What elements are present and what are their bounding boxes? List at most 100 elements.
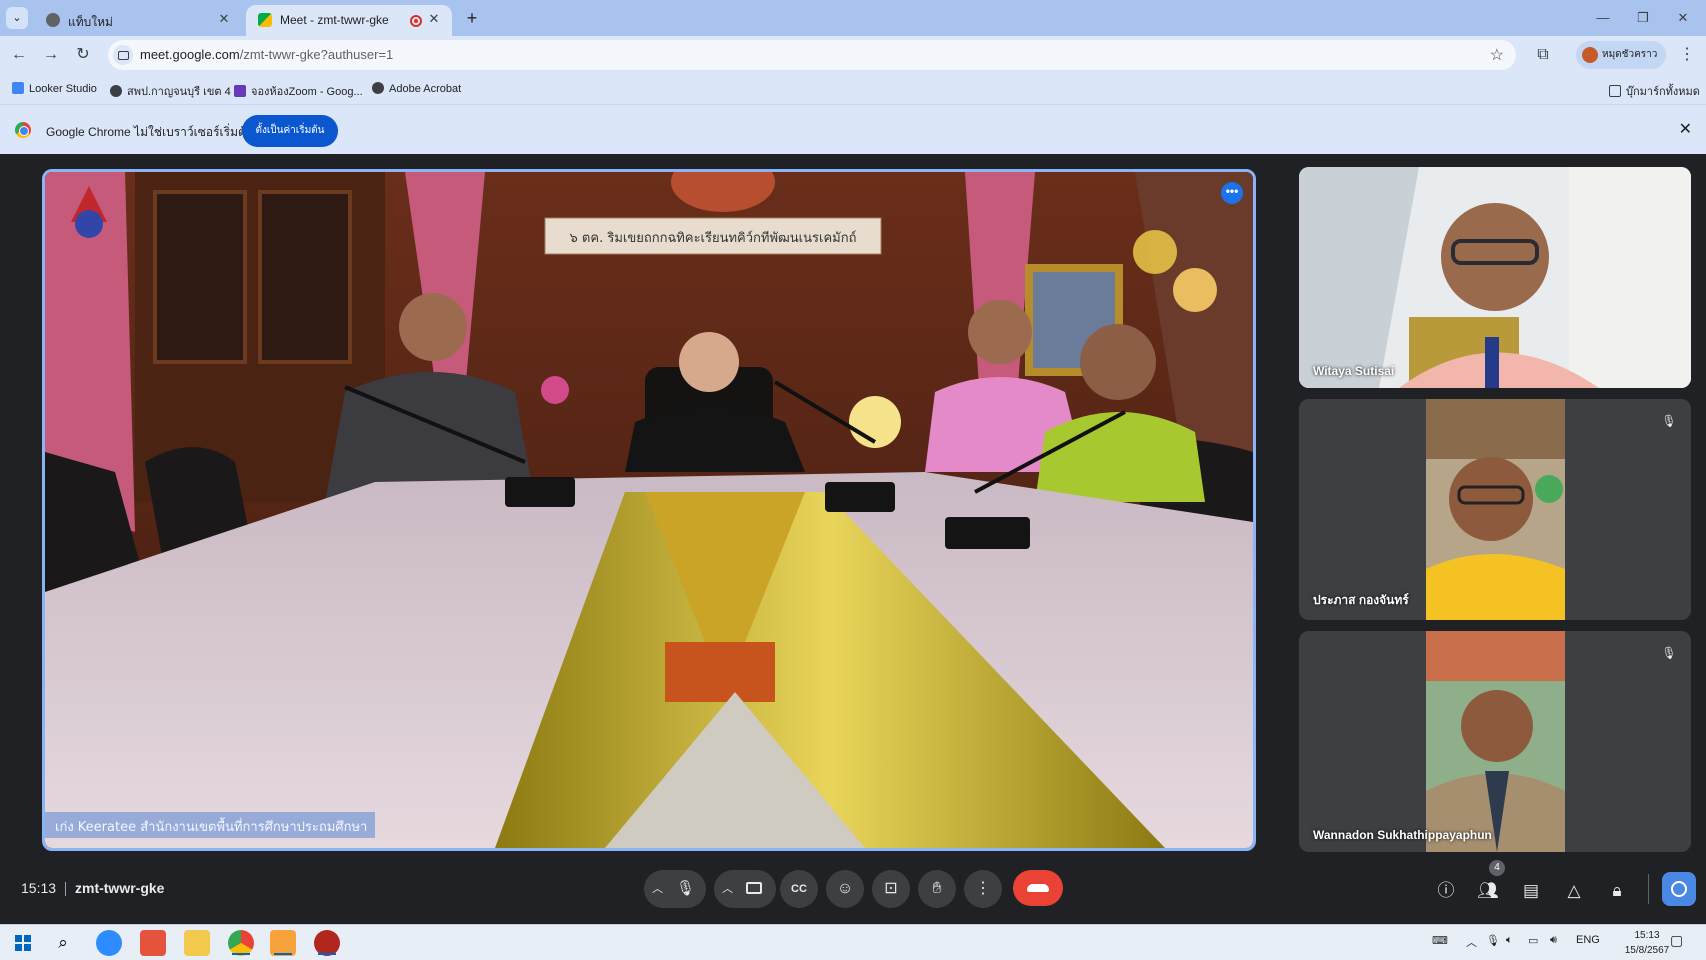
- forms-icon: [234, 85, 246, 97]
- timer-icon[interactable]: [1662, 872, 1696, 906]
- avatar: [1582, 47, 1598, 63]
- speaker-warning-icon[interactable]: 🔈︎: [1506, 934, 1513, 947]
- chevron-up-icon[interactable]: ︿: [652, 870, 663, 908]
- bookmark-spp[interactable]: สพป.กาญจนบุรี เขต 4: [110, 82, 231, 100]
- participant-tile-wannadon[interactable]: 🎙︎ Wannadon Sukhathippayaphun: [1299, 631, 1691, 852]
- close-tab-icon[interactable]: ✕: [216, 11, 232, 27]
- microphone-icon[interactable]: 🎙︎: [676, 870, 695, 908]
- site-info-icon[interactable]: [113, 45, 133, 65]
- host-controls-icon[interactable]: 🔒︎: [1606, 880, 1628, 902]
- zoom-icon[interactable]: [96, 930, 122, 956]
- back-icon[interactable]: ←: [8, 44, 30, 66]
- bookmark-zoom-booking[interactable]: จองห้องZoom - Goog...: [234, 82, 363, 100]
- app-red-icon[interactable]: [314, 930, 340, 956]
- main-video-tile[interactable]: ๖ ตค. ริมเขยถกกฉทิคะเรียนทคิว์กทีพัฒนเนร…: [42, 169, 1256, 851]
- separator: [1648, 874, 1649, 904]
- globe-icon: [110, 85, 122, 97]
- recording-indicator-icon: [410, 15, 422, 27]
- taskbar-clock[interactable]: 15:13 15/8/2567: [1618, 928, 1676, 958]
- tab-title: แท็บใหม่: [68, 15, 113, 29]
- video-banner-text: เก่ง Keeratee สำนักงานเขตพื้นที่การศึกษา…: [55, 817, 367, 835]
- participant-tile-prapas[interactable]: 🎙︎ ประภาส กองจันทร์: [1299, 399, 1691, 620]
- more-options-icon[interactable]: •••: [1221, 182, 1243, 204]
- chevron-up-icon[interactable]: ︿: [722, 870, 733, 908]
- chevron-up-icon[interactable]: ︿: [1466, 934, 1477, 950]
- folder-icon: [1609, 85, 1621, 97]
- default-browser-infobar: Google Chrome ไม่ใช่เบราว์เซอร์เริ่มต้น …: [0, 104, 1706, 154]
- camera-control[interactable]: ︿: [714, 870, 776, 908]
- participant-video: [1299, 399, 1691, 620]
- volume-icon[interactable]: 🔊︎: [1550, 934, 1557, 947]
- chrome-icon[interactable]: [228, 930, 254, 956]
- notification-icon[interactable]: ▢: [1670, 932, 1683, 949]
- chrome-menu-icon[interactable]: ⋮: [1676, 44, 1698, 66]
- keyboard-icon[interactable]: ⌨: [1432, 934, 1448, 947]
- profile-button[interactable]: หมุดชัวคราว: [1576, 41, 1666, 69]
- meeting-details-icon[interactable]: ⓘ: [1435, 880, 1457, 902]
- participant-video: [1299, 631, 1691, 852]
- meet-icon: [258, 13, 272, 27]
- url-text: meet.google.com/zmt-twwr-gke?authuser=1: [140, 47, 394, 62]
- leave-call-button[interactable]: [1013, 870, 1063, 906]
- tab-search-button[interactable]: ⌄: [6, 7, 28, 29]
- new-tab-button[interactable]: +: [462, 8, 482, 28]
- muted-mic-icon: 🎙︎: [1661, 646, 1677, 660]
- minimize-icon[interactable]: —: [1590, 8, 1616, 28]
- network-icon[interactable]: ▭: [1528, 934, 1538, 947]
- meet-stage: ๖ ตค. ริมเขยถกกฉทิคะเรียนทคิว์กทีพัฒนเนร…: [0, 154, 1706, 924]
- globe-icon: [372, 82, 384, 94]
- bookmark-adobe-acrobat[interactable]: Adobe Acrobat: [372, 82, 461, 95]
- participant-video: [1299, 167, 1691, 388]
- room-sign-text: ๖ ตค. ริมเขยถกกฉทิคะเรียนทคิว์กทีพัฒนเนร…: [570, 230, 857, 246]
- tab-new-tab[interactable]: แท็บใหม่ ✕: [34, 5, 242, 36]
- muted-mic-icon: 🎙︎: [1661, 414, 1677, 428]
- emoji-reaction-button[interactable]: ☺: [826, 870, 864, 908]
- tab-meet[interactable]: Meet - zmt-twwr-gke ✕: [246, 5, 452, 36]
- restore-icon[interactable]: ❐: [1630, 8, 1656, 28]
- people-icon[interactable]: 👥︎: [1477, 880, 1499, 902]
- present-screen-button[interactable]: ⊡: [872, 870, 910, 908]
- close-tab-icon[interactable]: ✕: [426, 11, 442, 27]
- bookmark-star-icon[interactable]: ☆: [1490, 45, 1504, 65]
- extensions-icon[interactable]: ⧉: [1532, 44, 1554, 66]
- reload-icon[interactable]: ↻: [72, 44, 94, 66]
- captions-button[interactable]: CC: [780, 870, 818, 908]
- close-infobar-icon[interactable]: ✕: [1679, 119, 1692, 139]
- bookmark-looker-studio[interactable]: Looker Studio: [12, 82, 97, 95]
- windows-start-icon[interactable]: [10, 930, 36, 956]
- clock-date: 15/8/2567: [1624, 945, 1670, 956]
- tab-strip: ⌄ แท็บใหม่ ✕ Meet - zmt-twwr-gke ✕ + — ❐…: [0, 0, 1706, 36]
- people-count-badge: 4: [1489, 860, 1505, 876]
- set-default-button[interactable]: ตั้งเป็นค่าเริ่มต้น: [242, 115, 338, 147]
- microphone-icon[interactable]: 🎙︎: [1486, 934, 1500, 947]
- all-bookmarks[interactable]: บุ๊กมาร์กทั้งหมด: [1609, 82, 1700, 100]
- chrome-logo-icon: [15, 122, 31, 138]
- app-orange-icon[interactable]: [270, 930, 296, 956]
- participant-name: Witaya Sutisai: [1313, 364, 1395, 378]
- chrome-globe-icon: [46, 13, 60, 27]
- participant-name: ประภาส กองจันทร์: [1313, 593, 1409, 607]
- activities-icon[interactable]: △: [1563, 880, 1585, 902]
- camera-icon[interactable]: [746, 882, 762, 894]
- clock-time: 15:13: [1634, 930, 1660, 941]
- microphone-control[interactable]: ︿ 🎙︎: [644, 870, 706, 908]
- more-options-button[interactable]: ⋮: [964, 870, 1002, 908]
- forward-icon[interactable]: →: [40, 44, 62, 66]
- meeting-clock: 15:13: [21, 880, 57, 896]
- tab-title: Meet - zmt-twwr-gke: [280, 13, 389, 27]
- bookmarks-bar: Looker Studio สพป.กาญจนบุรี เขต 4 จองห้อ…: [0, 74, 1706, 104]
- language-indicator[interactable]: ENG: [1576, 934, 1600, 946]
- close-window-icon[interactable]: ✕: [1670, 8, 1696, 28]
- address-bar[interactable]: meet.google.com/zmt-twwr-gke?authuser=1 …: [108, 40, 1516, 70]
- browser-toolbar: ← → ↻ meet.google.com/zmt-twwr-gke?authu…: [0, 36, 1706, 74]
- file-explorer-icon[interactable]: [184, 930, 210, 956]
- raise-hand-button[interactable]: ✋︎: [918, 870, 956, 908]
- profile-name: หมุดชัวคราว: [1602, 49, 1658, 60]
- meeting-code: zmt-twwr-gke: [75, 880, 165, 896]
- chat-icon[interactable]: ▤: [1520, 880, 1542, 902]
- looker-icon: [12, 82, 24, 94]
- app-s-icon[interactable]: [140, 930, 166, 956]
- participant-tile-witaya[interactable]: Witaya Sutisai: [1299, 167, 1691, 388]
- separator: [65, 882, 66, 896]
- search-icon[interactable]: ⌕: [50, 930, 76, 956]
